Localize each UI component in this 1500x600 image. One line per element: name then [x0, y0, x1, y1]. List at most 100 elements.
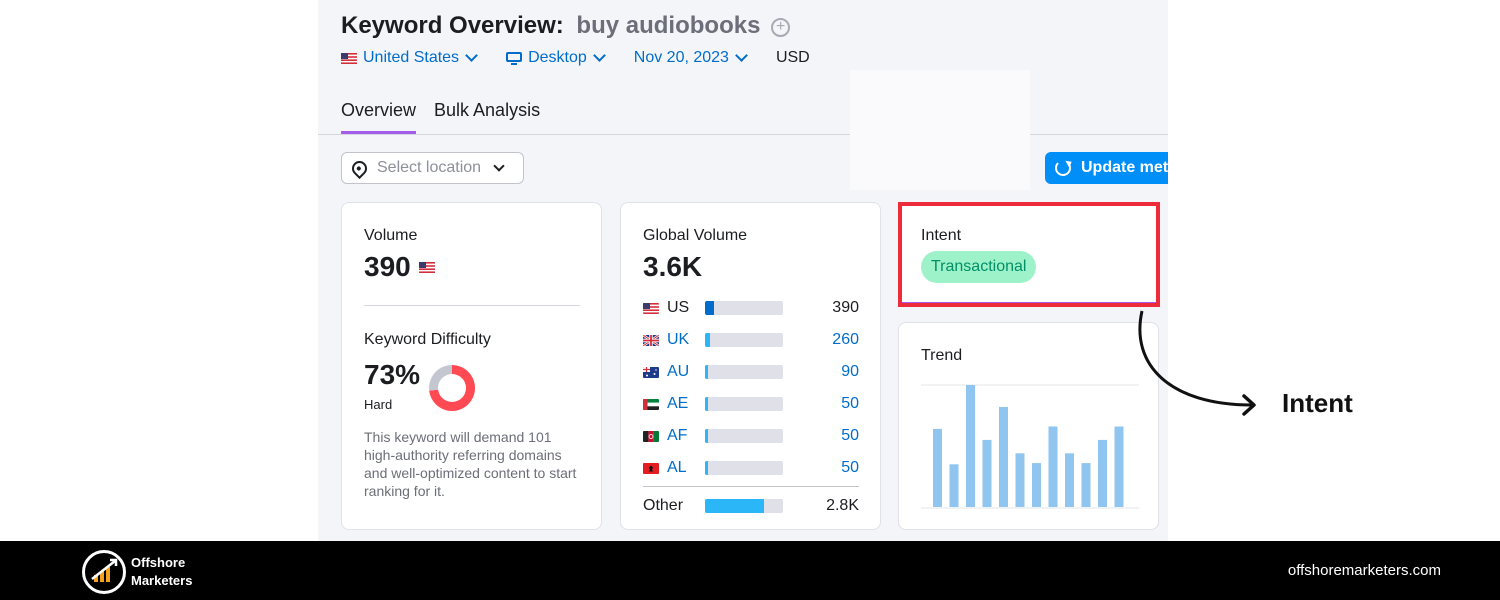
volume-share-bar — [705, 365, 783, 379]
brand-line-2: Marketers — [131, 573, 193, 588]
volume-card: Volume 390 Keyword Difficulty 73% Hard T… — [341, 202, 602, 530]
chevron-down-icon — [592, 49, 606, 62]
tab-bulk-analysis[interactable]: Bulk Analysis — [434, 100, 540, 134]
website-url[interactable]: offshoremarketers.com — [1288, 562, 1441, 579]
trend-bar — [966, 385, 975, 507]
us-flag-icon — [341, 52, 357, 64]
device-filter[interactable]: Desktop — [506, 49, 606, 67]
update-metrics-button[interactable]: Update metrics — [1045, 152, 1168, 184]
intent-annotation-label: Intent — [1282, 388, 1353, 418]
filters-bar: United States Desktop Nov 20, 2023 USD — [341, 49, 810, 67]
difficulty-label: Keyword Difficulty — [364, 331, 491, 348]
volume-share-bar — [705, 333, 783, 347]
country-volume: 50 — [841, 395, 859, 412]
volume-share-bar — [705, 461, 783, 475]
volume-share-bar — [705, 301, 783, 315]
difficulty-description: This keyword will demand 101 high-author… — [364, 429, 577, 499]
date-label: Nov 20, 2023 — [633, 49, 729, 66]
trend-bar — [949, 464, 959, 507]
offshore-marketers-logo — [82, 550, 126, 594]
country-code: AE — [667, 395, 689, 412]
slide: Keyword Overview: buy audiobooks + Unite… — [0, 0, 1500, 600]
footer-bar: Offshore Marketers offshoremarketers.com — [0, 541, 1500, 600]
trend-bar — [982, 439, 992, 507]
monitor-icon — [506, 51, 523, 65]
refresh-icon — [1055, 160, 1071, 176]
country-volume: 50 — [841, 459, 859, 476]
trend-label: Trend — [921, 347, 963, 364]
country-code: AU — [667, 363, 690, 380]
country-label: United States — [363, 49, 460, 66]
country-volume: 50 — [841, 427, 859, 444]
country-row-al[interactable]: AL 50 — [643, 458, 859, 478]
curved-arrow-icon — [1138, 310, 1256, 416]
title-prefix: Keyword Overview: — [341, 12, 564, 39]
keyword-text: buy audiobooks — [576, 12, 761, 39]
chevron-down-icon — [465, 49, 478, 62]
location-select[interactable]: Select location — [341, 152, 524, 184]
divider — [643, 486, 859, 487]
volume-number: 390 — [364, 251, 411, 282]
country-volume: 90 — [841, 363, 859, 380]
us-flag-icon — [418, 262, 435, 273]
country-row-other: Other 2.8K — [643, 496, 859, 516]
country-row-au[interactable]: AU 90 — [643, 362, 859, 382]
tab-overview[interactable]: Overview — [341, 100, 417, 134]
volume-label: Volume — [364, 227, 418, 244]
tabs: Overview Bulk Analysis — [341, 100, 558, 134]
ae-flag-icon — [643, 398, 659, 410]
trend-card: Trend — [898, 322, 1159, 530]
country-row-us[interactable]: US 390 — [643, 298, 859, 318]
difficulty-level: Hard — [364, 397, 393, 412]
country-row-af[interactable]: AF 50 — [643, 426, 859, 446]
logo-chart-icon — [91, 558, 118, 582]
volume-share-bar — [705, 397, 783, 411]
page-title: Keyword Overview: buy audiobooks + — [341, 12, 791, 40]
country-filter[interactable]: United States — [341, 49, 478, 67]
trend-bar — [999, 406, 1008, 507]
trend-bar — [1065, 453, 1074, 507]
volume-value: 390 — [364, 251, 435, 283]
other-volume: 2.8K — [826, 497, 859, 514]
currency-label: USD — [775, 49, 810, 66]
trend-bar — [933, 428, 942, 507]
country-row-ae[interactable]: AE 50 — [643, 394, 859, 414]
au-flag-icon — [643, 366, 659, 378]
country-row-uk[interactable]: UK 260 — [643, 330, 859, 350]
trend-bar — [1114, 426, 1124, 507]
global-volume-card: Global Volume 3.6K US 390 UK 260 AU 90 A… — [620, 202, 881, 530]
plus-circle-icon[interactable]: + — [771, 18, 791, 37]
country-volume: 390 — [832, 299, 859, 316]
trend-bar — [1032, 463, 1041, 507]
chevron-down-icon — [735, 49, 748, 62]
date-filter[interactable]: Nov 20, 2023 — [633, 49, 748, 67]
us-flag-icon — [643, 302, 659, 314]
volume-share-bar — [705, 499, 783, 513]
brand-name: Offshore Marketers — [131, 554, 192, 590]
chevron-down-icon — [493, 160, 505, 172]
al-flag-icon — [643, 462, 659, 474]
difficulty-value: 73% — [364, 359, 421, 390]
country-code: AF — [667, 427, 688, 444]
location-placeholder: Select location — [377, 159, 482, 176]
device-label: Desktop — [528, 49, 587, 66]
tab-divider — [1030, 134, 1168, 135]
af-flag-icon — [643, 430, 659, 442]
trend-bar — [1098, 439, 1107, 507]
country-volume: 260 — [832, 331, 859, 348]
trend-bar — [1081, 463, 1091, 507]
tab-divider — [318, 134, 850, 135]
update-button-label: Update metrics — [1081, 159, 1168, 176]
divider — [364, 305, 580, 306]
global-volume-label: Global Volume — [643, 227, 748, 244]
country-code: UK — [667, 331, 690, 348]
trend-chart — [921, 384, 1139, 509]
other-label: Other — [643, 497, 684, 514]
brand-line-1: Offshore — [131, 555, 186, 570]
global-volume-value: 3.6K — [643, 251, 703, 282]
uk-flag-icon — [643, 334, 659, 346]
difficulty-donut-chart — [429, 365, 475, 411]
trend-bar — [1048, 426, 1058, 507]
location-pin-icon — [348, 157, 371, 179]
country-code: US — [667, 299, 690, 316]
